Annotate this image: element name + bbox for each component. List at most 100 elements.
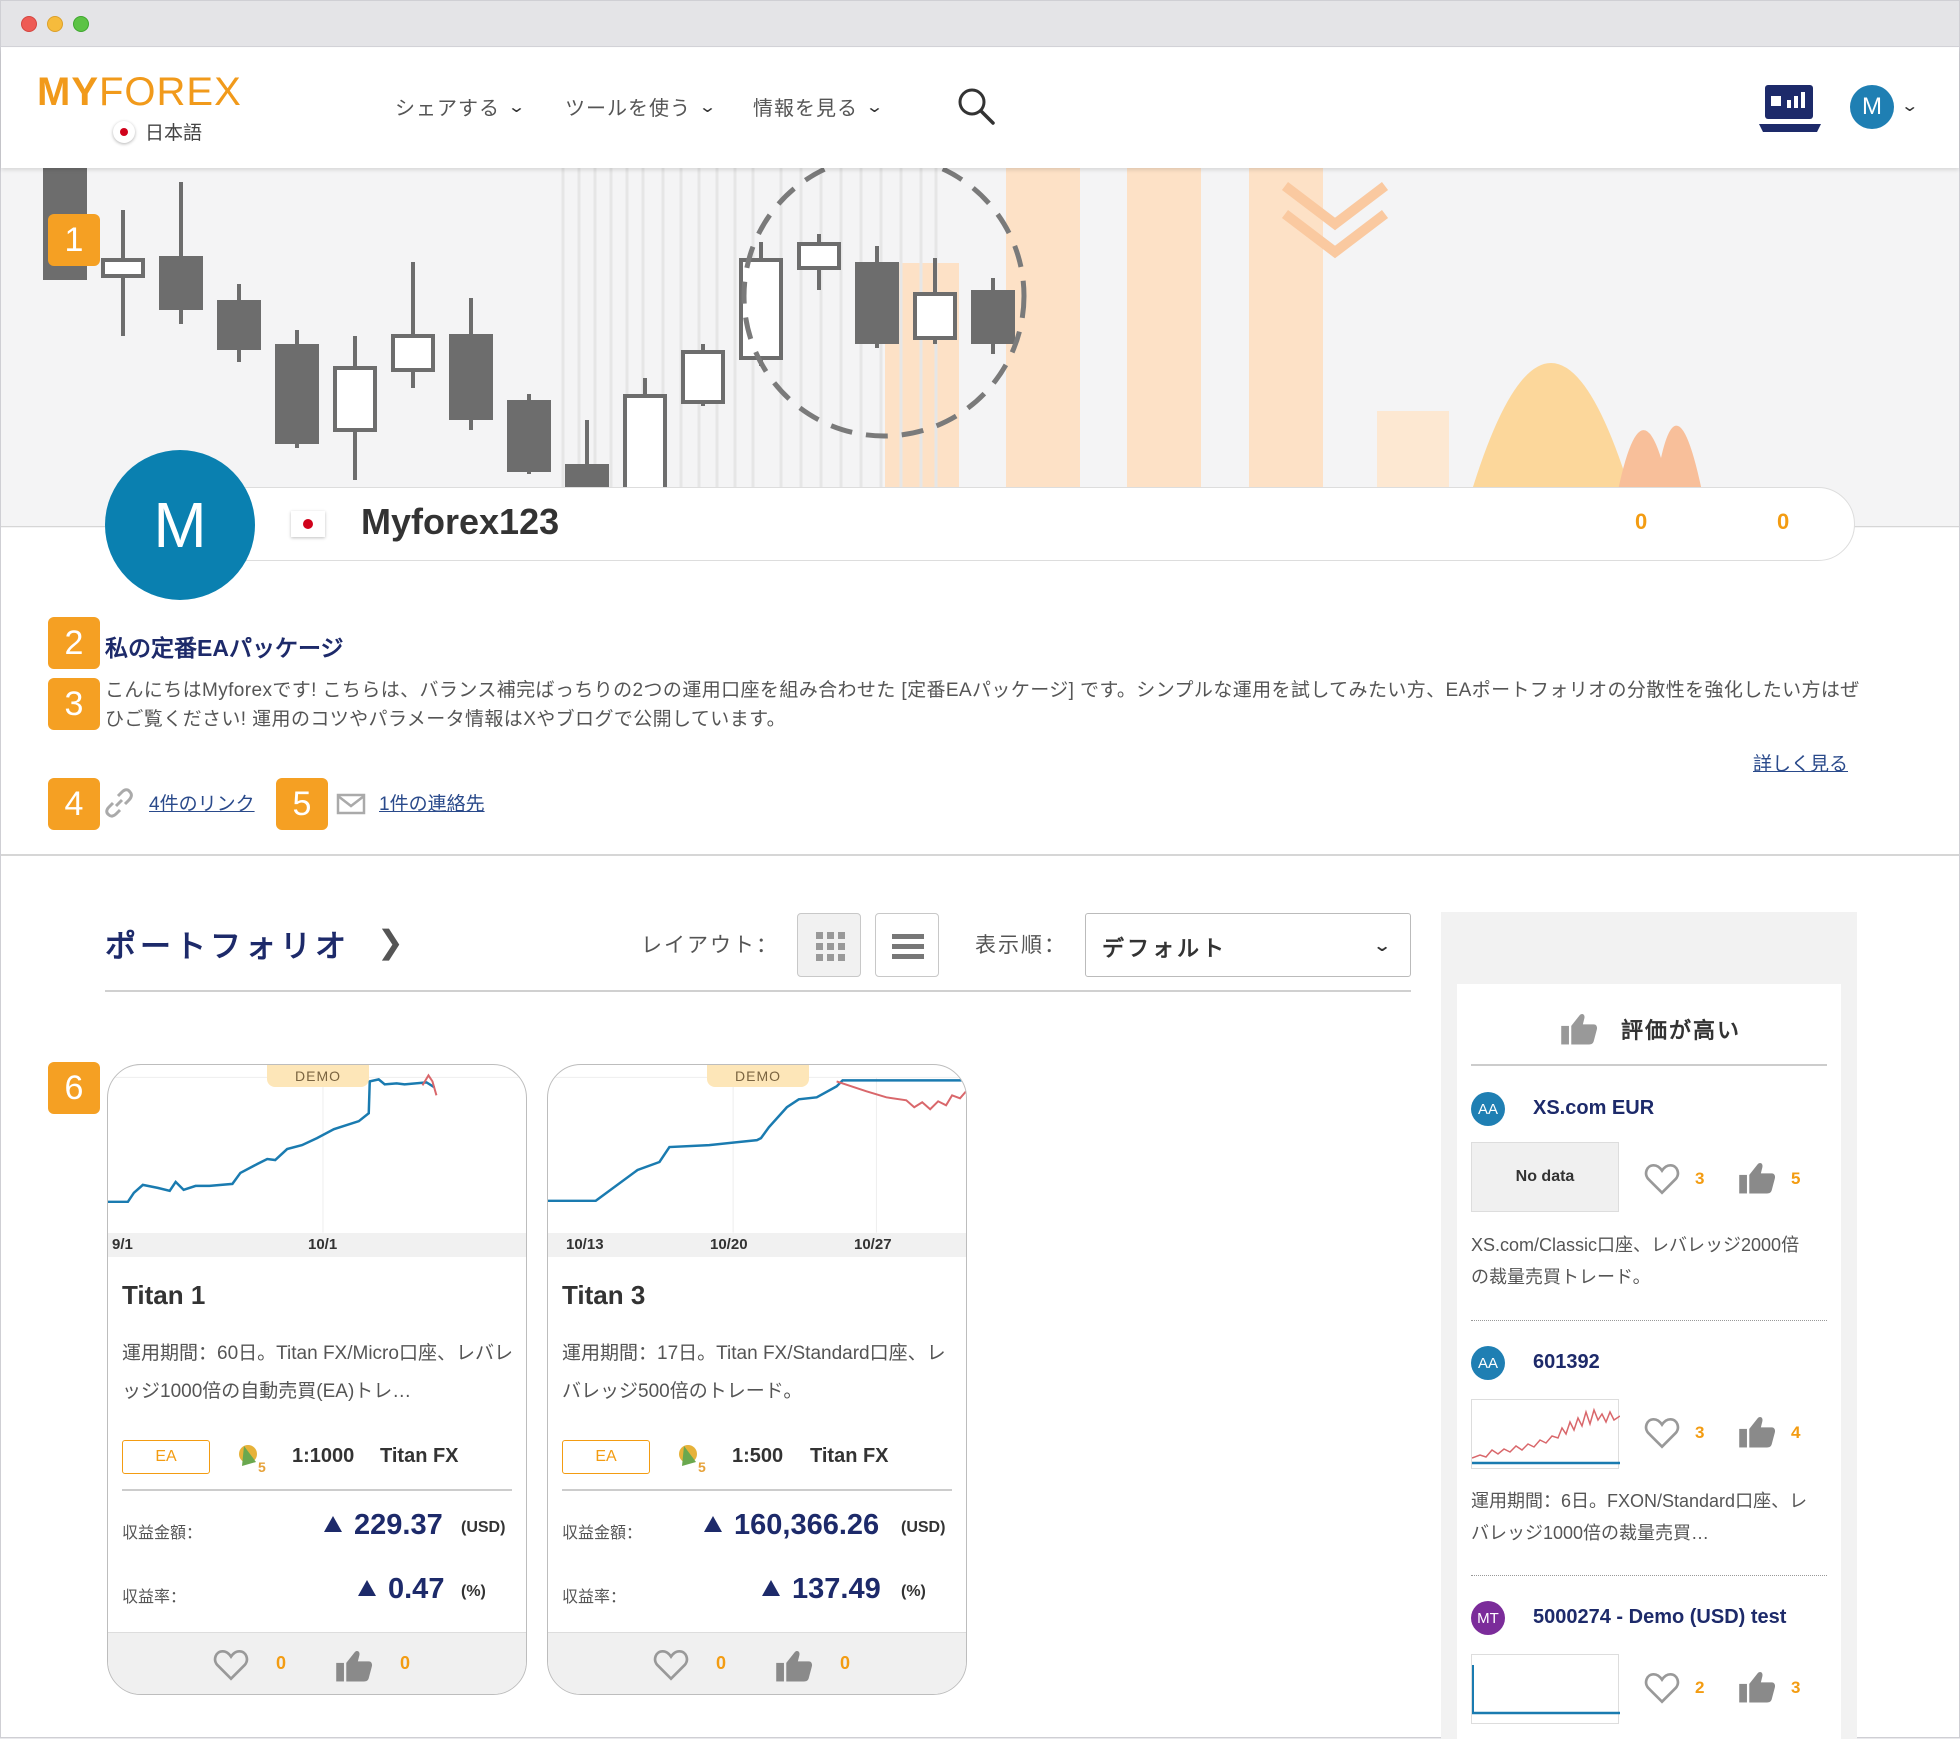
portfolio-card[interactable]: DEMO 9/1 10/1 Titan 1 運用期間：60日。Titan FX/… <box>107 1064 527 1695</box>
step-badge-3: 3 <box>48 678 100 730</box>
grid-icon <box>816 932 845 961</box>
up-triangle-icon <box>704 1516 722 1532</box>
heart-icon[interactable] <box>212 1649 250 1681</box>
item-name[interactable]: 601392 <box>1533 1351 1600 1374</box>
profit-unit: (USD) <box>461 1519 506 1536</box>
chevron-down-icon: ⌄ <box>507 98 528 116</box>
equity-chart <box>548 1076 966 1233</box>
svg-text:5: 5 <box>258 1459 266 1474</box>
profile-name: Myforex123 <box>361 501 560 542</box>
contacts-link[interactable]: 1件の連絡先 <box>379 789 485 816</box>
ea-tag: EA <box>562 1440 650 1474</box>
maximize-window-button[interactable] <box>73 16 89 32</box>
chart-x-axis: 10/13 10/20 10/27 <box>548 1233 966 1257</box>
heart-icon[interactable] <box>1643 1163 1681 1195</box>
profit-unit: (USD) <box>901 1519 946 1536</box>
language-label: 日本語 <box>145 123 203 144</box>
item-avatar: AA <box>1471 1346 1505 1380</box>
rate-value: 137.49 <box>762 1573 881 1606</box>
search-icon[interactable] <box>956 86 996 126</box>
mt5-icon: 5 <box>239 1445 266 1474</box>
item-favorites-count: 2 <box>1695 1678 1705 1697</box>
package-title: 私の定番EAパッケージ <box>105 635 344 661</box>
step-badge-5: 5 <box>276 778 328 830</box>
heart-icon[interactable] <box>1643 1672 1681 1704</box>
links-link[interactable]: 4件のリンク <box>149 789 255 816</box>
item-thumbnail[interactable] <box>1471 1399 1621 1469</box>
list-layout-button[interactable] <box>875 913 939 977</box>
item-thumbnail[interactable] <box>1471 1654 1620 1724</box>
trading-monitor-icon[interactable] <box>1757 82 1823 136</box>
japan-flag-icon <box>113 120 135 143</box>
section-divider <box>1 854 1959 856</box>
thumbs-up-icon[interactable] <box>1737 1161 1777 1195</box>
grid-layout-button[interactable] <box>797 913 861 977</box>
nav-info[interactable]: 情報を見る ⌄ <box>753 92 886 121</box>
demo-badge: DEMO <box>267 1065 369 1087</box>
demo-badge: DEMO <box>707 1065 809 1087</box>
chevron-down-icon: ⌄ <box>865 98 886 116</box>
portfolio-card[interactable]: DEMO 10/13 10/20 10/27 Titan 3 運用期間：17日。… <box>547 1064 967 1695</box>
profit-amount: 160,366.26 <box>734 1509 880 1541</box>
thumbs-up-icon <box>1561 1014 1598 1045</box>
japan-flag-icon <box>291 511 325 537</box>
nav-info-label: 情報を見る <box>753 98 858 120</box>
leverage: 1:500 <box>732 1445 784 1467</box>
portfolio-title[interactable]: ポートフォリオ <box>105 921 350 966</box>
item-name[interactable]: XS.com EUR <box>1533 1097 1654 1120</box>
nav-share-label: シェアする <box>395 98 500 120</box>
profit-label: 収益金額： <box>562 1525 643 1542</box>
nav-share[interactable]: シェアする ⌄ <box>395 92 528 121</box>
item-name[interactable]: 5000274 - Demo (USD) test <box>1533 1606 1786 1629</box>
rate-amount: 137.49 <box>792 1573 881 1605</box>
thumbs-up-icon[interactable] <box>1737 1415 1777 1449</box>
step-badge-1: 1 <box>48 214 100 266</box>
top-rated-title: 評価が高い <box>1621 1018 1742 1043</box>
profit-amount: 229.37 <box>354 1509 443 1541</box>
language-selector[interactable]: 日本語 <box>113 118 202 145</box>
close-window-button[interactable] <box>21 16 37 32</box>
envelope-icon <box>336 793 366 815</box>
equity-chart <box>108 1073 526 1233</box>
card-title[interactable]: Titan 3 <box>562 1280 645 1311</box>
thumbs-up-icon[interactable] <box>774 1649 814 1683</box>
nav-tools[interactable]: ツールを使う ⌄ <box>565 92 719 121</box>
user-menu-chevron-icon[interactable]: ⌄ <box>1900 96 1919 116</box>
card-title[interactable]: Titan 1 <box>122 1280 205 1311</box>
heart-icon[interactable] <box>1643 1417 1681 1449</box>
profit-value: 160,366.26 <box>704 1509 879 1542</box>
candlestick-banner-graphic <box>43 168 1709 528</box>
x-tick: 10/27 <box>854 1236 892 1253</box>
thumbs-up-icon[interactable] <box>1737 1670 1777 1704</box>
chevron-down-icon: ⌄ <box>1372 938 1396 955</box>
heart-icon[interactable] <box>652 1649 690 1681</box>
item-favorites-count: 3 <box>1695 1169 1705 1188</box>
item-likes-count: 3 <box>1791 1678 1801 1697</box>
sort-label: 表示順： <box>975 934 1067 957</box>
mt5-icon: 5 <box>679 1445 706 1474</box>
leverage: 1:1000 <box>292 1445 355 1467</box>
site-header: MYFOREX 日本語 シェアする ⌄ ツールを使う ⌄ 情報を見る ⌄ M ⌄ <box>1 48 1959 168</box>
user-avatar[interactable]: M <box>1850 85 1894 129</box>
title-bar <box>1 1 1959 47</box>
minimize-window-button[interactable] <box>47 16 63 32</box>
rate-unit: (%) <box>901 1583 926 1600</box>
read-more-link[interactable]: 詳しく見る <box>1753 749 1848 776</box>
card-likes-count: 0 <box>400 1653 411 1673</box>
chevron-right-icon[interactable]: ❯ <box>377 923 404 961</box>
thumbs-up-icon[interactable] <box>334 1649 374 1683</box>
link-icon <box>105 788 133 818</box>
profit-value: 229.37 <box>324 1509 443 1542</box>
chevron-down-icon: ⌄ <box>698 98 719 116</box>
broker-name: Titan FX <box>380 1445 459 1467</box>
list-icon <box>892 934 924 959</box>
up-triangle-icon <box>762 1580 780 1596</box>
item-description: XS.com/Classic口座、レバレッジ2000倍の裁量売買トレード。 <box>1471 1235 1800 1287</box>
sort-select[interactable]: デフォルト ⌄ <box>1085 913 1411 977</box>
myforex-logo[interactable]: MYFOREX <box>37 70 242 115</box>
item-thumbnail[interactable]: No data <box>1471 1142 1619 1212</box>
broker-name: Titan FX <box>810 1445 889 1467</box>
profit-label: 収益金額： <box>122 1525 203 1542</box>
item-description: 運用期間：6日。FXON/Standard口座、レバレッジ1000倍の裁量売買… <box>1471 1491 1808 1543</box>
item-divider <box>1471 1320 1827 1321</box>
